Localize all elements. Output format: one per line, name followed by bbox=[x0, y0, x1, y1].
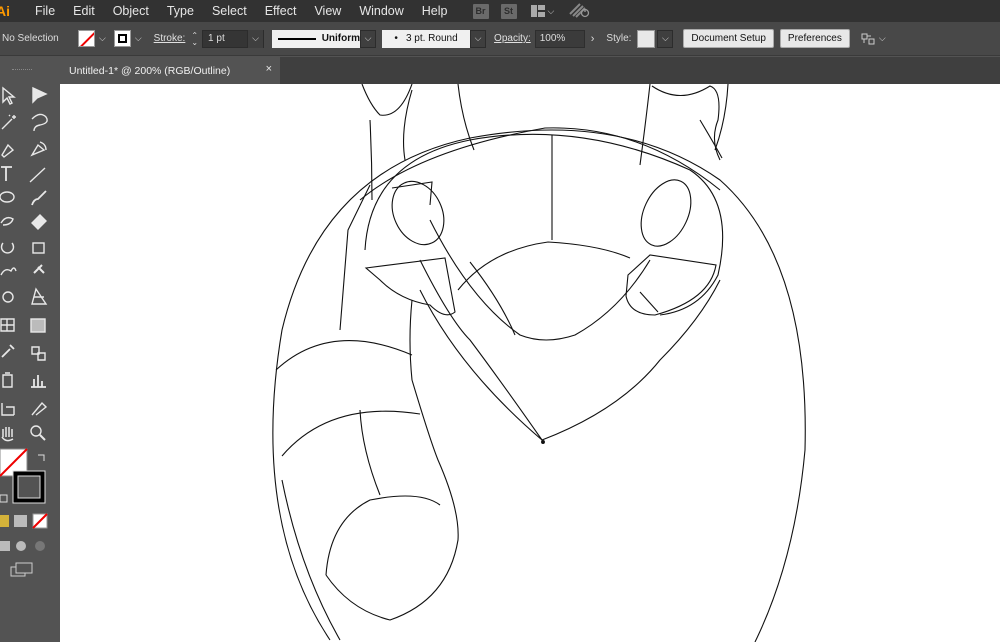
magic-wand-icon bbox=[1, 114, 16, 130]
preferences-button[interactable]: Preferences bbox=[779, 29, 850, 48]
swap-fill-stroke-icon bbox=[38, 454, 45, 461]
slice-tool-icon bbox=[31, 401, 48, 416]
brush-label: 3 pt. Round bbox=[405, 33, 458, 44]
default-colors-icon bbox=[0, 494, 8, 503]
style-label: Style: bbox=[606, 33, 632, 44]
fill-swatch[interactable] bbox=[78, 30, 95, 47]
chevron-right-icon[interactable]: › bbox=[591, 33, 595, 45]
profile-label: Uniform bbox=[321, 33, 361, 44]
screen-mode-icon bbox=[10, 562, 33, 577]
stroke-stepper-icon[interactable]: ⌃ ⌄ bbox=[191, 31, 198, 46]
menu-help[interactable]: Help bbox=[413, 0, 457, 22]
tools-panel bbox=[0, 57, 60, 642]
color-mode-icon bbox=[0, 515, 9, 527]
symbol-sprayer-icon bbox=[2, 372, 13, 388]
eyedropper-icon bbox=[1, 344, 15, 358]
pin-icon bbox=[33, 264, 45, 274]
stroke-weight-value: 1 pt bbox=[208, 33, 225, 44]
document-setup-button[interactable]: Document Setup bbox=[683, 29, 774, 48]
menu-edit[interactable]: Edit bbox=[64, 0, 104, 22]
profile-dropdown-icon[interactable]: ⌵ bbox=[360, 29, 377, 48]
stroke-label[interactable]: Stroke: bbox=[154, 33, 186, 44]
hand-tool-icon bbox=[1, 427, 14, 442]
menu-object[interactable]: Object bbox=[104, 0, 158, 22]
zoom-tool-icon bbox=[30, 425, 42, 437]
menu-bar: Ai File Edit Object Type Select Effect V… bbox=[0, 0, 1000, 22]
direct-selection-tool-icon bbox=[32, 86, 48, 104]
outline-artwork bbox=[272, 84, 806, 642]
opacity-field[interactable]: 100% bbox=[534, 29, 585, 48]
ellipse-tool-icon bbox=[0, 191, 15, 203]
perspective-grid-icon bbox=[31, 287, 48, 305]
draw-inside-icon bbox=[35, 541, 45, 551]
eraser-icon bbox=[31, 214, 47, 230]
gradient-mode-icon bbox=[14, 515, 27, 527]
document-tab[interactable]: Untitled-1* @ 200% (RGB/Outline) × bbox=[60, 57, 280, 84]
control-bar: No Selection ⌵ ⌵ Stroke: ⌃ ⌄ 1 pt ⌵ Unifo… bbox=[0, 22, 1000, 56]
arrange-documents-icon[interactable]: ⌵ bbox=[860, 32, 886, 46]
line-tool-icon bbox=[29, 167, 46, 183]
selection-tool-icon bbox=[2, 86, 16, 105]
lasso-icon bbox=[31, 113, 48, 132]
profile-line-icon bbox=[278, 37, 316, 40]
style-dropdown-icon[interactable]: ⌵ bbox=[657, 29, 674, 48]
stroke-dropdown-chevron-icon[interactable]: ⌵ bbox=[135, 33, 142, 44]
draw-behind-icon bbox=[16, 541, 26, 551]
curvature-tool-icon bbox=[30, 141, 47, 157]
column-graph-icon bbox=[31, 375, 46, 388]
gradient-tool-icon bbox=[30, 318, 46, 333]
close-icon[interactable]: × bbox=[266, 63, 272, 75]
artboard-tool-icon bbox=[1, 403, 15, 416]
bridge-button[interactable]: Br bbox=[472, 3, 489, 19]
menu-type[interactable]: Type bbox=[158, 0, 203, 22]
warp-tool-icon bbox=[0, 267, 17, 276]
graphic-style-swatch[interactable] bbox=[637, 29, 656, 48]
workspace-icon bbox=[530, 5, 545, 17]
menu-effect[interactable]: Effect bbox=[256, 0, 306, 22]
pen-tool-icon bbox=[1, 143, 15, 158]
document-tab-bar: Untitled-1* @ 200% (RGB/Outline) × bbox=[60, 57, 1000, 84]
paintbrush-icon bbox=[31, 190, 47, 206]
chevron-down-icon: ⌵ bbox=[247, 29, 264, 48]
mesh-tool-icon bbox=[0, 318, 15, 332]
opacity-label[interactable]: Opacity: bbox=[494, 33, 531, 44]
stroke-swatch[interactable] bbox=[113, 30, 131, 47]
selection-status: No Selection bbox=[2, 33, 59, 44]
menu-view[interactable]: View bbox=[305, 0, 350, 22]
stock-button[interactable]: St bbox=[500, 3, 517, 19]
chevron-down-icon: ⌵ bbox=[547, 5, 555, 16]
brush-dot-icon: • bbox=[394, 33, 398, 44]
tools-icons bbox=[0, 86, 48, 577]
menu-window[interactable]: Window bbox=[350, 0, 412, 22]
app-logo: Ai bbox=[0, 3, 10, 19]
document-tab-title: Untitled-1* @ 200% (RGB/Outline) bbox=[69, 64, 231, 77]
rotate-tool-icon bbox=[0, 242, 15, 254]
variable-width-profile[interactable]: Uniform bbox=[272, 29, 361, 48]
workspace-switcher[interactable]: ⌵ bbox=[530, 5, 555, 17]
draw-normal-icon bbox=[0, 541, 10, 551]
menu-select[interactable]: Select bbox=[203, 0, 256, 22]
gpu-performance-icon[interactable] bbox=[568, 2, 590, 21]
fill-stroke-widget bbox=[0, 448, 46, 504]
artboard-canvas[interactable] bbox=[60, 84, 1000, 642]
scale-tool-icon bbox=[32, 242, 45, 254]
shape-builder-icon bbox=[2, 291, 14, 303]
brush-definition[interactable]: • 3 pt. Round bbox=[382, 29, 471, 48]
fill-dropdown-chevron-icon[interactable]: ⌵ bbox=[99, 33, 106, 44]
menu-file[interactable]: File bbox=[26, 0, 64, 22]
shaper-tool-icon bbox=[0, 216, 14, 226]
brush-dropdown-icon[interactable]: ⌵ bbox=[470, 29, 487, 48]
type-tool-icon bbox=[1, 166, 12, 181]
blend-tool-icon bbox=[31, 346, 46, 361]
stroke-weight-field[interactable]: 1 pt ⌵ bbox=[202, 29, 265, 48]
